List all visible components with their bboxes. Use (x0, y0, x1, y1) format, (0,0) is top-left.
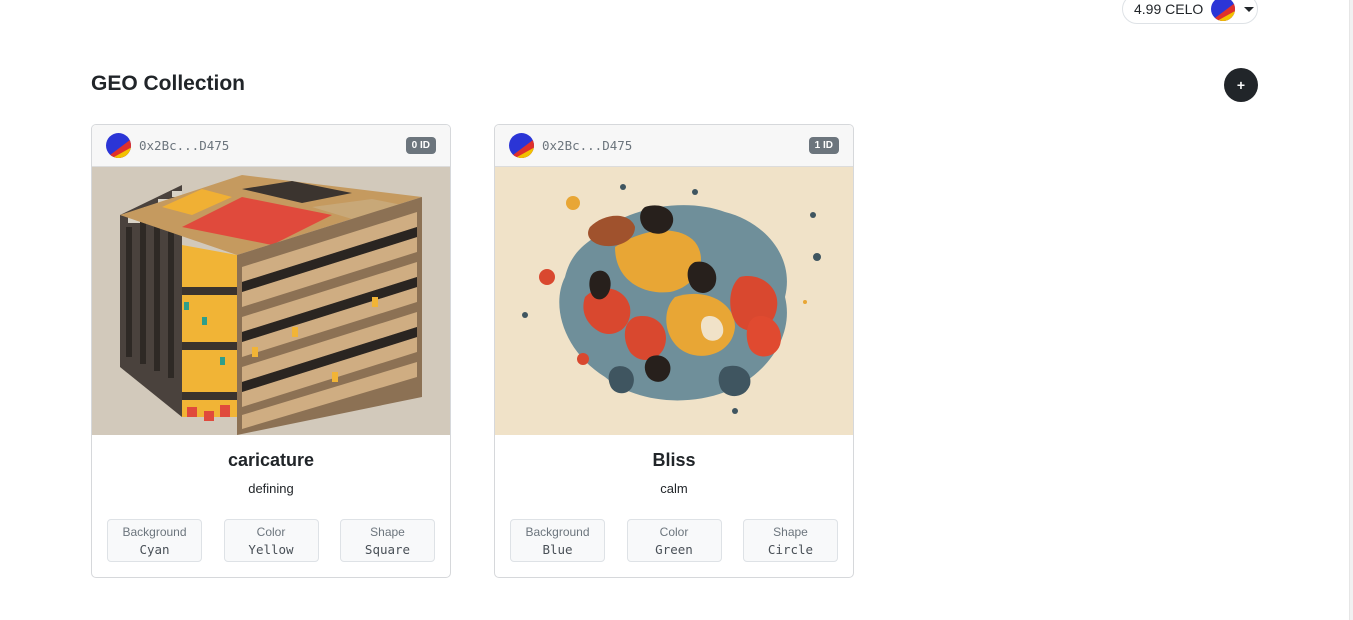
card-body: caricature defining Background Cyan Colo… (92, 450, 450, 562)
attribute-background: Background Blue (510, 519, 605, 562)
card-header: 0x2Bc...D475 1 ID (495, 125, 853, 167)
wallet-dropdown[interactable]: 4.99 CELO (1122, 0, 1258, 24)
attribute-value: Yellow (248, 541, 294, 557)
token-id-badge: 1 ID (808, 137, 839, 154)
attribute-trait: Shape (370, 524, 405, 539)
nft-image (92, 167, 450, 435)
add-nft-button[interactable]: + (1224, 68, 1258, 102)
card-header: 0x2Bc...D475 0 ID (92, 125, 450, 167)
page: 4.99 CELO GEO Collection + 0x2Bc...D475 … (0, 0, 1353, 620)
attribute-trait: Background (525, 524, 590, 539)
owner-address[interactable]: 0x2Bc...D475 (542, 138, 632, 153)
owner-address[interactable]: 0x2Bc...D475 (139, 138, 229, 153)
page-title: GEO Collection (91, 72, 246, 95)
nft-description: calm (660, 481, 688, 496)
nft-name: Bliss (652, 450, 696, 470)
attribute-list: Background Cyan Color Yellow Shape Squar… (92, 519, 450, 562)
owner-avatar-icon (509, 133, 534, 158)
attribute-value: Blue (542, 541, 573, 557)
nft-image (495, 167, 853, 435)
attribute-list: Background Blue Color Green Shape Circle (495, 519, 853, 562)
nft-card[interactable]: 0x2Bc...D475 0 ID caricature defining Ba… (91, 124, 451, 578)
token-id-badge: 0 ID (405, 137, 436, 154)
attribute-trait: Shape (773, 524, 808, 539)
card-body: Bliss calm Background Blue Color Green S… (495, 450, 853, 562)
attribute-value: Cyan (139, 541, 170, 557)
attribute-value: Circle (767, 541, 814, 557)
nft-card[interactable]: 0x2Bc...D475 1 ID Bliss calm Background … (494, 124, 854, 578)
chevron-down-icon (1244, 6, 1255, 12)
attribute-value: Green (655, 541, 693, 557)
nft-description: defining (248, 481, 294, 496)
attribute-background: Background Cyan (107, 519, 202, 562)
wallet-avatar-icon (1211, 0, 1236, 21)
nft-name: caricature (227, 450, 315, 470)
attribute-trait: Background (122, 524, 187, 539)
attribute-shape: Shape Circle (743, 519, 838, 562)
attribute-color: Color Green (626, 519, 722, 562)
attribute-shape: Shape Square (340, 519, 435, 562)
attribute-trait: Color (256, 524, 286, 539)
attribute-color: Color Yellow (223, 519, 319, 562)
scrollbar[interactable] (1349, 0, 1353, 620)
owner-avatar-icon (106, 133, 131, 158)
wallet-balance: 4.99 CELO (1134, 1, 1204, 17)
attribute-value: Square (364, 541, 411, 557)
attribute-trait: Color (659, 524, 689, 539)
